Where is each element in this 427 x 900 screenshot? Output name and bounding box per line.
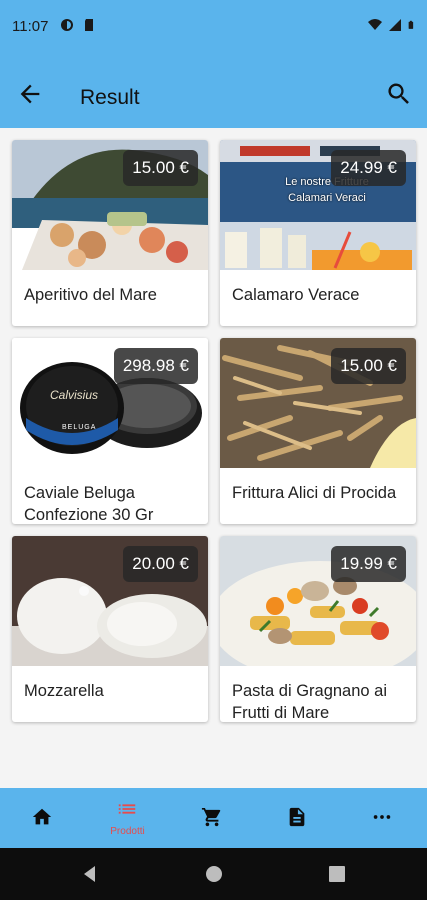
sd-card-icon	[85, 19, 93, 31]
nav-home[interactable]	[0, 788, 85, 848]
system-recents-icon[interactable]	[327, 864, 347, 884]
product-card[interactable]: 15.00 € Aperitivo del Mare	[12, 140, 208, 326]
signal-icon	[389, 19, 401, 31]
product-image: 19.99 €	[220, 536, 416, 666]
more-icon	[373, 815, 391, 819]
battery-icon	[408, 20, 414, 29]
product-name: Calamaro Verace	[232, 286, 360, 304]
product-image: 15.00 €	[220, 338, 416, 468]
wifi-icon	[368, 19, 382, 30]
product-name: Mozzarella	[24, 682, 104, 700]
system-home-icon[interactable]	[204, 864, 224, 884]
tin-brand-text: Calvisius	[50, 388, 99, 402]
price-badge: 15.00 €	[331, 348, 406, 384]
status-bar: 11:07	[0, 0, 427, 56]
product-image: Le nostre Fritture Calamari Veraci 24.99…	[220, 140, 416, 270]
price-badge: 15.00 €	[123, 150, 198, 186]
home-icon	[32, 808, 52, 825]
nav-products[interactable]: Prodotti	[85, 788, 170, 848]
price-badge: 20.00 €	[123, 546, 198, 582]
nav-more[interactable]	[340, 788, 425, 848]
product-name: Pasta di Gragnano ai Frutti di Mare	[232, 682, 388, 722]
document-icon	[289, 807, 305, 827]
cart-icon	[201, 807, 221, 827]
back-arrow-icon[interactable]	[16, 80, 44, 108]
price-badge: 24.99 €	[331, 150, 406, 186]
price-badge: 19.99 €	[331, 546, 406, 582]
product-name: Frittura Alici di Procida	[232, 484, 397, 502]
product-card[interactable]: 20.00 € Mozzarella	[12, 536, 208, 722]
system-back-icon[interactable]	[80, 864, 100, 884]
bottom-navigation: Prodotti	[0, 788, 427, 848]
product-image: 15.00 €	[12, 140, 208, 270]
product-name: Aperitivo del Mare	[24, 286, 157, 304]
nav-products-label: Prodotti	[110, 826, 145, 837]
product-card[interactable]: Calvisius BELUGA 298.98 € Caviale Beluga…	[12, 338, 208, 524]
price-badge: 298.98 €	[113, 348, 198, 384]
product-card[interactable]: 19.99 € Pasta di Gragnano ai Frutti di M…	[220, 536, 416, 722]
app-bar: Result	[0, 56, 427, 128]
status-time: 11:07	[12, 18, 49, 35]
list-icon	[118, 804, 136, 814]
product-card[interactable]: Le nostre Fritture Calamari Veraci 24.99…	[220, 140, 416, 326]
product-card[interactable]: 15.00 € Frittura Alici di Procida	[220, 338, 416, 524]
search-icon[interactable]	[385, 80, 413, 108]
system-navigation-bar	[0, 848, 427, 900]
nav-orders[interactable]	[255, 788, 340, 848]
product-image: 20.00 €	[12, 536, 208, 666]
data-saver-icon	[61, 19, 73, 31]
nav-cart[interactable]	[170, 788, 255, 848]
page-title: Result	[80, 86, 140, 109]
product-image: Calvisius BELUGA 298.98 €	[12, 338, 208, 468]
product-name: Caviale Beluga Confezione 30 Gr	[24, 484, 154, 524]
tin-label-text: BELUGA	[62, 424, 97, 431]
